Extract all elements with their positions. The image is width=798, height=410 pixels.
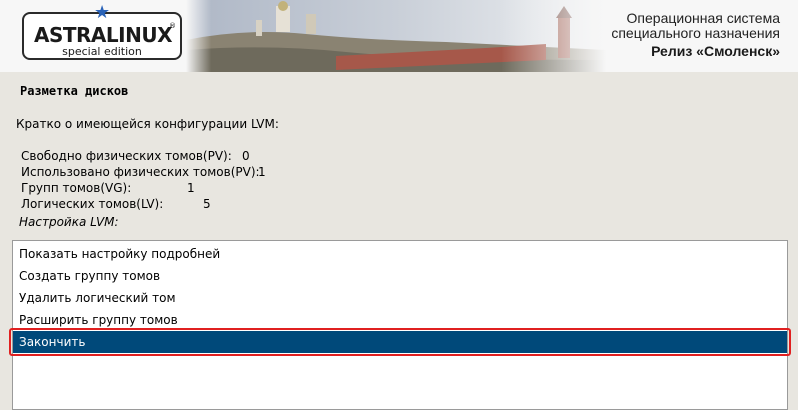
menu-item-show-details[interactable]: Показать настройку подробней	[13, 243, 787, 265]
os-title-line2: специального назначения	[611, 25, 780, 41]
os-title-line1: Операционная система	[626, 10, 780, 26]
release-name: Релиз «Смоленск»	[651, 43, 780, 59]
lvm-action-list[interactable]: Показать настройку подробней Создать гру…	[12, 240, 788, 410]
stat-label: Свободно физических томов(PV):	[21, 149, 232, 163]
stat-value: 1	[187, 181, 195, 195]
stat-label: Логических томов(LV):	[21, 197, 164, 211]
stat-value: 1	[258, 165, 266, 179]
stat-value: 5	[203, 197, 211, 211]
stat-label: Использовано физических томов(PV):	[21, 165, 260, 179]
menu-item-finish[interactable]: Закончить	[13, 331, 787, 353]
kremlin-photo	[186, 0, 606, 72]
lvm-summary-intro: Кратко о имеющейся конфигурации LVM:	[16, 117, 279, 131]
header-banner: ★ ASTRALINUX ® special edition Операцион…	[0, 0, 798, 72]
menu-item-create-vg[interactable]: Создать группу томов	[13, 265, 787, 287]
star-icon: ★	[94, 2, 111, 23]
logo-title: ASTRALINUX	[34, 23, 173, 47]
registered-mark: ®	[169, 22, 176, 30]
page-title: Разметка дисков	[20, 84, 129, 98]
stat-value: 0	[242, 149, 250, 163]
menu-item-extend-vg[interactable]: Расширить группу томов	[13, 309, 787, 331]
stat-label: Групп томов(VG):	[21, 181, 132, 195]
astralinux-logo: ★ ASTRALINUX ® special edition	[22, 4, 182, 60]
menu-item-delete-lv[interactable]: Удалить логический том	[13, 287, 787, 309]
lvm-config-label: Настройка LVM:	[19, 215, 119, 229]
logo-subtitle: special edition	[62, 45, 142, 58]
